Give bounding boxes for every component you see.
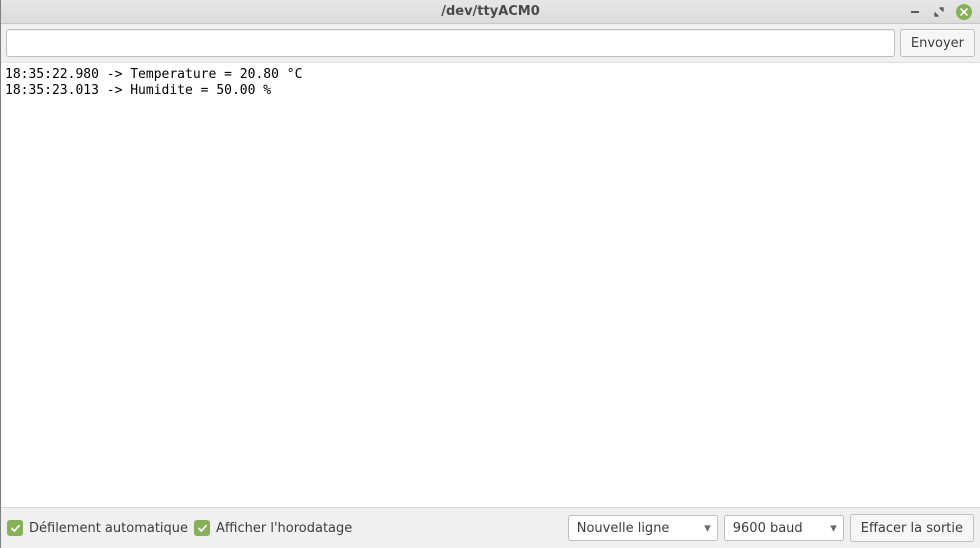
- serial-input[interactable]: [6, 29, 895, 57]
- autoscroll-label: Défilement automatique: [29, 521, 188, 536]
- minimize-icon[interactable]: [908, 5, 922, 19]
- check-icon: [7, 520, 23, 536]
- show-timestamp-label: Afficher l'horodatage: [216, 521, 352, 536]
- send-toolbar: Envoyer: [1, 24, 980, 62]
- check-icon: [194, 520, 210, 536]
- statusbar: Défilement automatique Afficher l'horoda…: [1, 507, 980, 548]
- serial-monitor-window: /dev/ttyACM0 Envoyer 18:35:22.980 -> Tem…: [0, 0, 980, 548]
- chevron-down-icon: ▾: [830, 521, 837, 536]
- baud-rate-select[interactable]: 9600 baud ▾: [724, 515, 844, 541]
- line-ending-value: Nouvelle ligne: [577, 521, 670, 536]
- serial-output[interactable]: 18:35:22.980 -> Temperature = 20.80 °C 1…: [1, 62, 980, 507]
- close-icon[interactable]: [956, 4, 972, 20]
- titlebar: /dev/ttyACM0: [1, 0, 980, 24]
- window-controls: [908, 4, 980, 20]
- send-button[interactable]: Envoyer: [900, 29, 975, 57]
- line-ending-select[interactable]: Nouvelle ligne ▾: [568, 515, 718, 541]
- baud-rate-value: 9600 baud: [733, 521, 803, 536]
- autoscroll-checkbox[interactable]: Défilement automatique: [7, 520, 188, 536]
- chevron-down-icon: ▾: [704, 521, 711, 536]
- clear-output-button[interactable]: Effacer la sortie: [850, 514, 974, 542]
- maximize-icon[interactable]: [932, 5, 946, 19]
- window-title: /dev/ttyACM0: [1, 4, 980, 19]
- show-timestamp-checkbox[interactable]: Afficher l'horodatage: [194, 520, 352, 536]
